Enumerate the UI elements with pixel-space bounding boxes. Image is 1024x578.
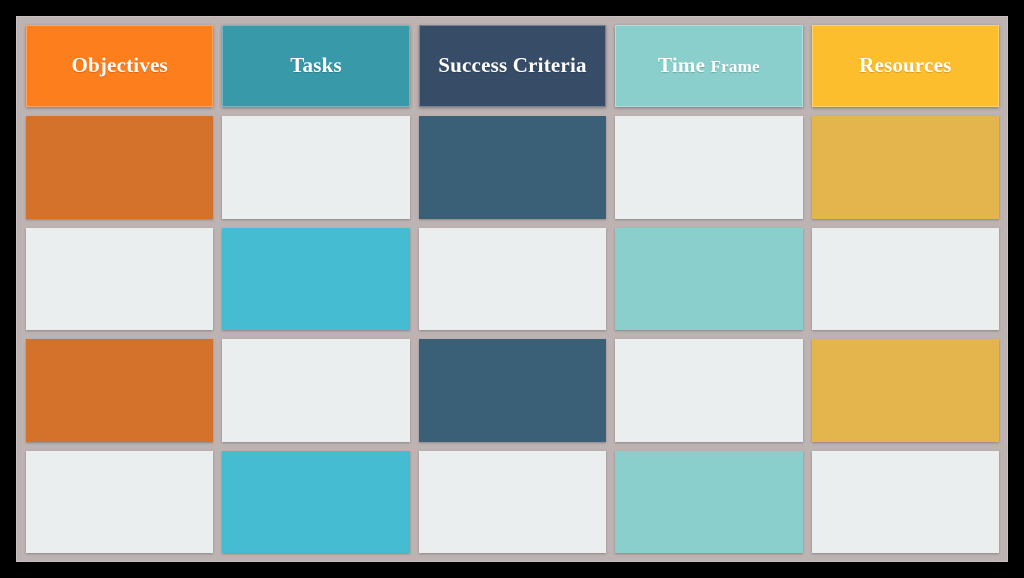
column-header-tasks[interactable]: Tasks bbox=[222, 25, 410, 107]
header-word-secondary: Frame bbox=[710, 57, 760, 77]
table-cell-success-criteria-row3[interactable] bbox=[418, 339, 607, 442]
table-cell-time-frame-row4[interactable] bbox=[615, 450, 803, 553]
table-cell-objectives-row3[interactable] bbox=[26, 339, 214, 442]
table-cell-resources-row1[interactable] bbox=[811, 116, 999, 219]
column-header-resources[interactable]: Resources bbox=[811, 25, 999, 107]
column-header-label: Tasks bbox=[290, 53, 342, 78]
table-cell-tasks-row4[interactable] bbox=[222, 450, 410, 553]
table-cell-time-frame-row2[interactable] bbox=[615, 227, 803, 330]
table-cell-objectives-row2[interactable] bbox=[26, 227, 214, 330]
table-cell-tasks-row2[interactable] bbox=[222, 227, 410, 330]
table-cell-success-criteria-row2[interactable] bbox=[418, 227, 607, 330]
table-cell-success-criteria-row4[interactable] bbox=[418, 450, 607, 553]
column-header-label: Resources bbox=[859, 53, 952, 78]
table-cell-resources-row2[interactable] bbox=[811, 227, 999, 330]
table-cell-resources-row4[interactable] bbox=[811, 450, 999, 553]
column-header-objectives[interactable]: Objectives bbox=[26, 25, 214, 107]
slide-stage: Objectives Tasks Success Criteria Time Fram… bbox=[0, 0, 1024, 578]
table-cell-time-frame-row1[interactable] bbox=[615, 116, 803, 219]
column-header-time-frame[interactable]: Time Frame bbox=[615, 25, 803, 107]
column-header-label: Objectives bbox=[71, 53, 168, 78]
table-cell-resources-row3[interactable] bbox=[811, 339, 999, 442]
column-header-label: Time Frame bbox=[658, 54, 760, 77]
table-cell-objectives-row1[interactable] bbox=[26, 116, 214, 219]
table-cell-time-frame-row3[interactable] bbox=[615, 339, 803, 442]
table-cell-tasks-row3[interactable] bbox=[222, 339, 410, 442]
planning-matrix-table: Objectives Tasks Success Criteria Time Fram… bbox=[16, 16, 1008, 562]
column-header-label: Success Criteria bbox=[438, 53, 587, 78]
column-header-success-criteria[interactable]: Success Criteria bbox=[418, 25, 607, 107]
table-cell-objectives-row4[interactable] bbox=[26, 450, 214, 553]
table-cell-tasks-row1[interactable] bbox=[222, 116, 410, 219]
header-word-primary: Time bbox=[658, 53, 711, 78]
table-cell-success-criteria-row1[interactable] bbox=[418, 116, 607, 219]
